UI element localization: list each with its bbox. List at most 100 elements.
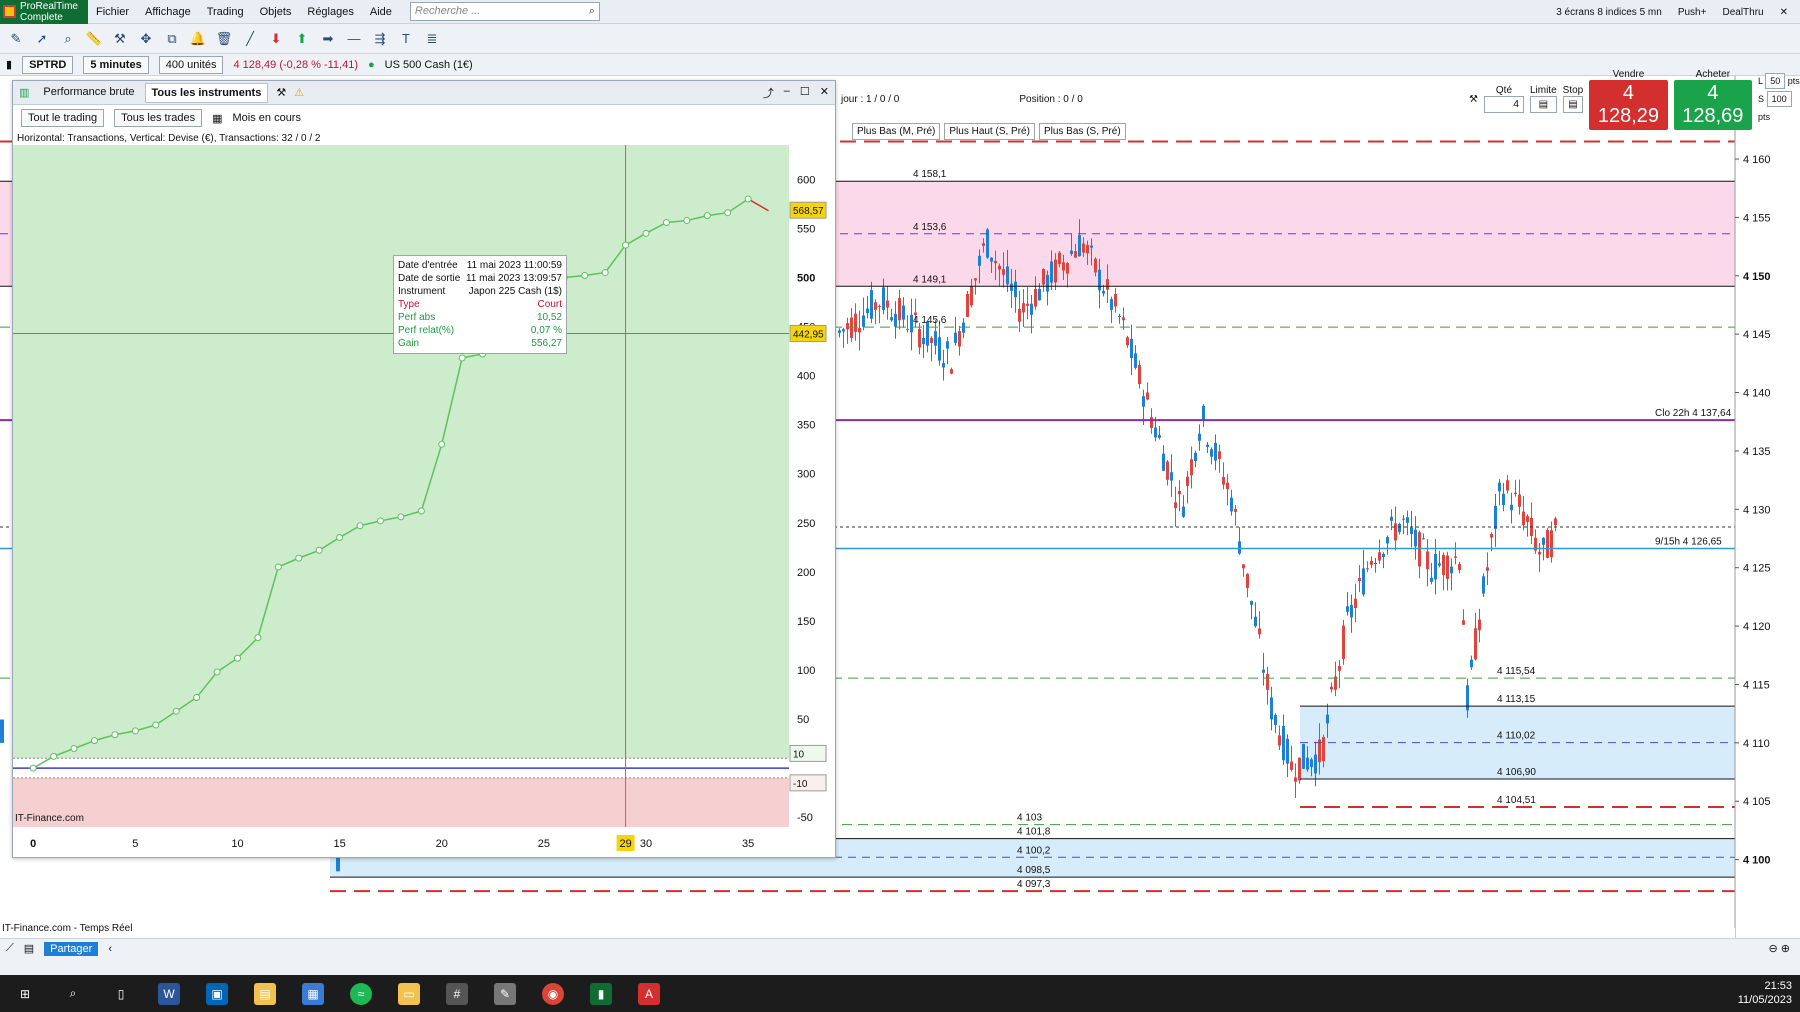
chart-type-icon[interactable]: ▮ xyxy=(6,58,12,71)
sell-button[interactable]: 4 128,29 xyxy=(1589,79,1668,130)
store-icon[interactable]: ▣ xyxy=(206,982,228,1005)
equity-point[interactable] xyxy=(417,507,425,515)
line-icon[interactable]: ╱ xyxy=(240,29,260,49)
menu-fichier[interactable]: Fichier xyxy=(88,6,137,18)
ticker-selector[interactable]: SPTRD xyxy=(22,55,74,74)
layout-selector[interactable]: 3 écrans 8 indices 5 mn xyxy=(1552,5,1666,20)
tab-tous-les-instruments[interactable]: Tous les instruments xyxy=(144,82,269,103)
equity-point[interactable] xyxy=(683,217,691,225)
move-icon[interactable]: ✥ xyxy=(136,29,156,49)
equity-point[interactable] xyxy=(295,554,303,562)
equity-point[interactable] xyxy=(90,737,98,745)
calendar-icon[interactable]: ▦ xyxy=(212,112,222,125)
equity-point[interactable] xyxy=(254,634,262,642)
file-explorer-icon[interactable]: ▤ xyxy=(254,982,276,1005)
arrow-down-icon[interactable]: ⬇ xyxy=(266,29,286,49)
menu-affichage[interactable]: Affichage xyxy=(137,6,199,18)
word-icon[interactable]: W xyxy=(158,982,180,1005)
trash-icon[interactable]: 🗑 xyxy=(214,29,234,49)
scrollbar[interactable] xyxy=(0,958,1800,975)
text-icon[interactable]: T xyxy=(396,29,416,49)
equity-point[interactable] xyxy=(703,212,711,220)
equity-point[interactable] xyxy=(376,517,384,525)
arrow-up-icon[interactable]: ⬆ xyxy=(292,29,312,49)
menu-reglages[interactable]: Réglages xyxy=(299,6,361,18)
equity-point[interactable] xyxy=(458,354,466,362)
maximize-icon[interactable]: ☐ xyxy=(800,85,810,101)
equity-point[interactable] xyxy=(438,440,446,448)
pts-long-input[interactable]: 50 xyxy=(1765,73,1786,89)
horizontal-line-icon[interactable]: — xyxy=(344,29,364,49)
equity-point[interactable] xyxy=(397,513,405,521)
ruler-icon[interactable]: 📏 xyxy=(84,29,104,49)
equity-point[interactable] xyxy=(662,219,670,227)
prorealtime-taskbar-icon[interactable]: ▮ xyxy=(590,982,612,1005)
equity-point[interactable] xyxy=(131,727,139,735)
acrobat-icon[interactable]: A xyxy=(638,982,660,1005)
search-icon[interactable]: ⌕ xyxy=(589,5,595,18)
equity-point[interactable] xyxy=(356,522,364,530)
minimize-icon[interactable]: – xyxy=(784,85,790,101)
equity-point[interactable] xyxy=(50,752,58,760)
fibonacci-icon[interactable]: ≣ xyxy=(422,29,442,49)
menu-objets[interactable]: Objets xyxy=(252,6,300,18)
equity-point[interactable] xyxy=(336,534,344,542)
arrow-right-icon[interactable]: ➡ xyxy=(318,29,338,49)
limit-button[interactable]: ▤ xyxy=(1529,96,1557,113)
indicator-tab[interactable]: Plus Bas (M, Pré) xyxy=(852,123,941,140)
dealthru-button[interactable]: DealThru xyxy=(1718,5,1767,20)
performance-chart[interactable]: -505010015020025030035040045050055060005… xyxy=(13,131,835,857)
indicator-tab[interactable]: Plus Bas (S, Pré) xyxy=(1038,123,1126,140)
equity-point[interactable] xyxy=(29,764,37,772)
cursor-icon[interactable]: ➚ xyxy=(32,29,52,49)
zoom-icon[interactable]: ⌕ xyxy=(58,29,78,49)
search-input[interactable]: Recherche ... ⌕ xyxy=(409,2,600,21)
equity-point[interactable] xyxy=(172,707,180,715)
task-view-icon[interactable]: ▯ xyxy=(110,983,132,1005)
indicator-tab[interactable]: Plus Haut (S, Pré) xyxy=(944,123,1035,140)
equity-point[interactable] xyxy=(642,229,650,237)
settings-icon[interactable]: ⚒ xyxy=(276,86,286,99)
spotify-icon[interactable]: ≈ xyxy=(350,982,372,1005)
push-button[interactable]: Push+ xyxy=(1674,5,1711,20)
close-icon[interactable]: ✕ xyxy=(1776,5,1792,20)
tab-performance-brute[interactable]: Performance brute xyxy=(37,83,140,103)
equity-point[interactable] xyxy=(213,668,221,676)
equity-point[interactable] xyxy=(111,731,119,739)
tools-icon[interactable]: ⚒ xyxy=(110,29,130,49)
equity-point[interactable] xyxy=(70,744,78,752)
timeframe-selector[interactable]: 5 minutes xyxy=(83,55,149,74)
zoom-controls[interactable]: ⊖ ⊕ xyxy=(1769,942,1800,955)
chrome-icon[interactable]: ◉ xyxy=(542,982,564,1005)
search-icon[interactable]: ⌕ xyxy=(62,983,84,1005)
equity-point[interactable] xyxy=(315,546,323,554)
share-button[interactable]: Partager xyxy=(44,941,99,956)
ticket-icon[interactable]: ⚒ xyxy=(1469,94,1478,105)
bell-icon[interactable]: 🔔 xyxy=(188,29,208,49)
equity-point[interactable] xyxy=(233,654,241,662)
qty-input[interactable]: 4 xyxy=(1483,96,1524,113)
equity-point[interactable] xyxy=(581,272,589,280)
equity-point[interactable] xyxy=(724,209,732,217)
pencil-icon[interactable]: ✎ xyxy=(6,29,26,49)
equity-point[interactable] xyxy=(152,721,160,729)
equity-point[interactable] xyxy=(622,241,630,249)
folder-icon[interactable]: ▭ xyxy=(398,982,420,1005)
indicator-icon[interactable]: ▤ xyxy=(24,942,34,955)
menu-aide[interactable]: Aide xyxy=(362,6,400,18)
buy-button[interactable]: 4 128,69 xyxy=(1673,79,1753,130)
pts-short-input[interactable]: 100 xyxy=(1766,91,1792,107)
trades-filter-dropdown[interactable]: Tous les trades xyxy=(114,109,203,127)
calendar-icon[interactable]: ▦ xyxy=(302,982,324,1005)
paint-icon[interactable]: ✎ xyxy=(494,982,516,1005)
channel-icon[interactable]: ⇶ xyxy=(370,29,390,49)
chart-style-icon[interactable]: ⟋ xyxy=(6,942,14,955)
period-label[interactable]: Mois en cours xyxy=(233,112,301,124)
equity-point[interactable] xyxy=(744,195,752,203)
trading-filter-dropdown[interactable]: Tout le trading xyxy=(21,109,105,127)
calculator-icon[interactable]: # xyxy=(446,982,468,1005)
menu-trading[interactable]: Trading xyxy=(199,6,252,18)
equity-point[interactable] xyxy=(601,269,609,277)
close-icon[interactable]: ✕ xyxy=(820,85,829,101)
stop-button[interactable]: ▤ xyxy=(1562,96,1584,113)
